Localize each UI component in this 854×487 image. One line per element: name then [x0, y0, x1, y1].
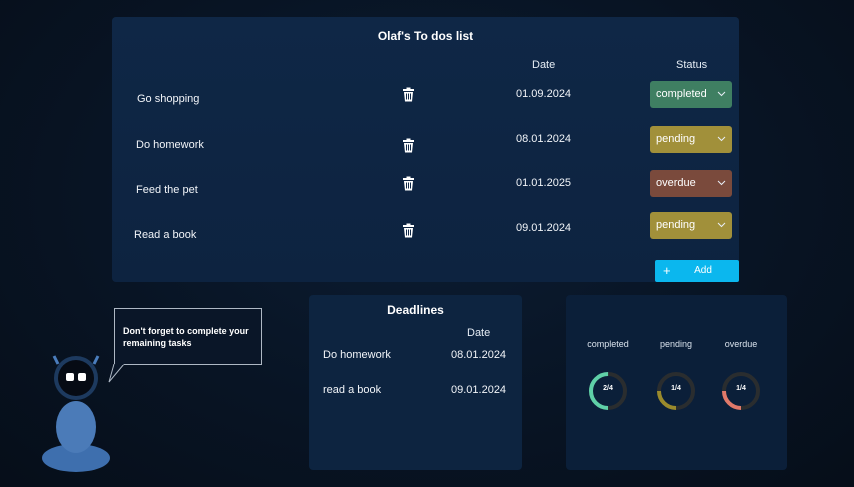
- deadlines-title: Deadlines: [387, 303, 444, 317]
- deadline-task: read a book: [323, 384, 382, 396]
- todo-row: Feed the pet 01.01.2025 overdue: [112, 170, 739, 200]
- trash-icon[interactable]: [402, 87, 416, 103]
- todo-task: Feed the pet: [136, 184, 198, 196]
- todo-task: Read a book: [134, 229, 197, 241]
- status-select[interactable]: completed: [650, 81, 732, 108]
- status-value: pending: [656, 133, 696, 145]
- todo-row: Do homework 08.01.2024 pending: [112, 126, 739, 156]
- chevron-down-icon: [717, 178, 726, 187]
- deadline-task: Do homework: [323, 349, 391, 361]
- overdue-stat: overdue 1/4: [709, 339, 773, 411]
- assistant-message: Don't forget to complete your remaining …: [123, 326, 249, 348]
- add-button[interactable]: + Add: [655, 260, 739, 282]
- add-button-label: Add: [694, 265, 712, 276]
- status-select[interactable]: pending: [650, 126, 732, 153]
- chevron-down-icon: [717, 134, 726, 143]
- todo-row: Go shopping 01.09.2024 completed: [112, 81, 739, 111]
- completed-stat: completed 2/4: [576, 339, 640, 411]
- status-column-header: Status: [676, 59, 708, 71]
- progress-ring: 2/4: [586, 371, 630, 411]
- chevron-down-icon: [717, 89, 726, 98]
- todo-task: Go shopping: [137, 93, 200, 105]
- stat-label: pending: [659, 339, 693, 349]
- todo-date: 09.01.2024: [516, 222, 572, 234]
- todo-row: Read a book 09.01.2024 pending: [112, 212, 739, 242]
- todo-title: Olaf's To dos list: [377, 29, 474, 43]
- trash-icon[interactable]: [402, 223, 416, 239]
- stat-value: 1/4: [671, 385, 681, 392]
- progress-ring: 1/4: [719, 371, 763, 411]
- robot-icon: [42, 355, 110, 472]
- status-value: completed: [656, 88, 707, 100]
- trash-icon[interactable]: [402, 176, 416, 192]
- deadline-date: 08.01.2024: [451, 349, 507, 361]
- pending-stat: pending 1/4: [644, 339, 708, 411]
- stat-value: 1/4: [736, 385, 746, 392]
- todo-date: 08.01.2024: [516, 133, 572, 145]
- status-value: overdue: [656, 177, 696, 189]
- trash-icon[interactable]: [402, 138, 416, 154]
- deadline-date: 09.01.2024: [451, 384, 507, 396]
- stat-label: completed: [587, 339, 629, 349]
- todo-task: Do homework: [136, 139, 204, 151]
- status-value: pending: [656, 219, 696, 231]
- todo-date: 01.01.2025: [516, 177, 572, 189]
- deadlines-date-header: Date: [467, 327, 491, 339]
- todo-list-panel: Olaf's To dos list Date Status Go shoppi…: [112, 17, 739, 282]
- assistant-speech-bubble: Don't forget to complete your remaining …: [114, 308, 262, 365]
- date-column-header: Date: [532, 59, 556, 71]
- status-select[interactable]: overdue: [650, 170, 732, 197]
- stat-label: overdue: [724, 339, 758, 349]
- progress-ring: 1/4: [654, 371, 698, 411]
- stat-value: 2/4: [603, 385, 613, 392]
- todo-date: 01.09.2024: [516, 88, 572, 100]
- status-summary-panel: completed 2/4 pending 1/4 overdue 1/4: [566, 295, 787, 470]
- chevron-down-icon: [717, 220, 726, 229]
- deadlines-panel: Deadlines Date Do homework 08.01.2024 re…: [309, 295, 522, 470]
- status-select[interactable]: pending: [650, 212, 732, 239]
